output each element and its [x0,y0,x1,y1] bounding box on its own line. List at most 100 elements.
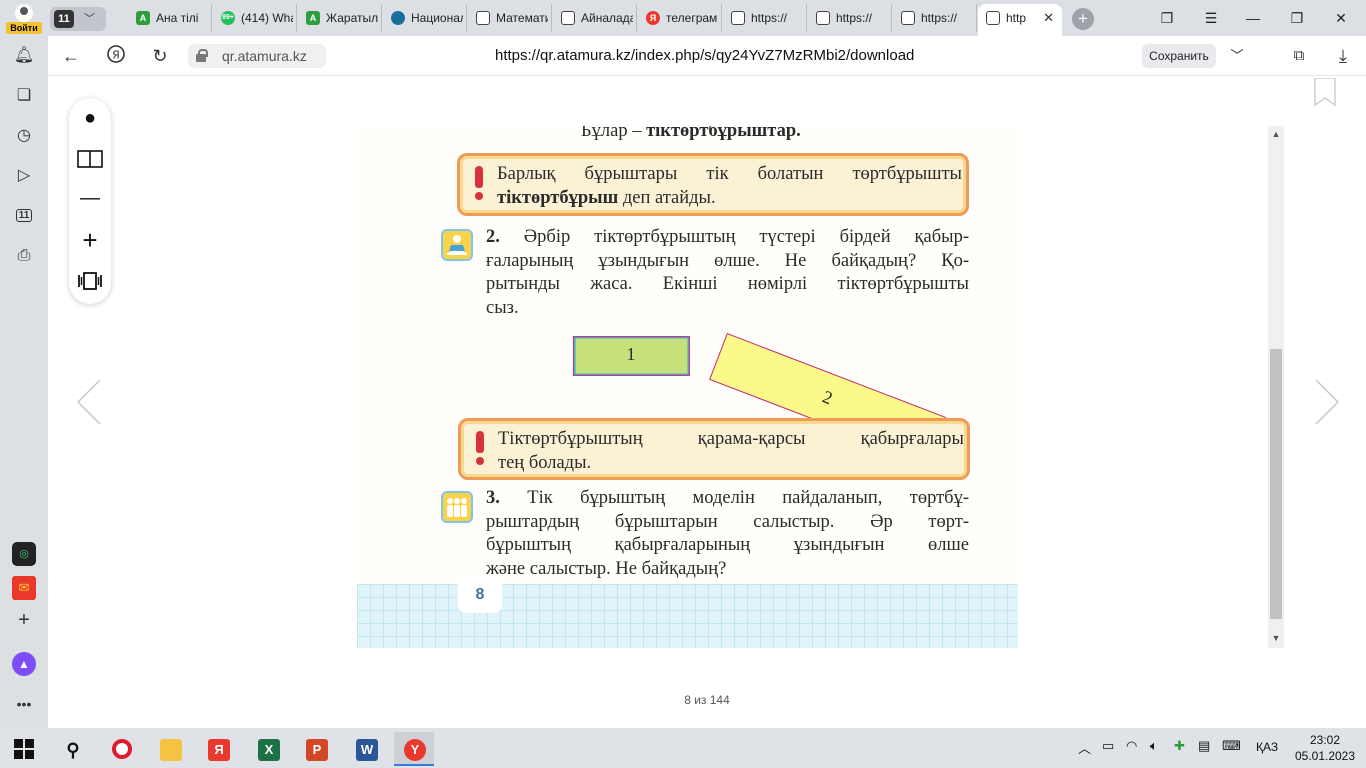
mail-icon[interactable]: ✉ [12,576,36,600]
tab-6[interactable]: Айналадағы [553,4,637,32]
collections-icon[interactable]: ❏ [12,84,36,108]
excel-icon: X [258,739,280,761]
extensions-icon[interactable]: ⧉ [1286,44,1312,68]
whatsapp-icon: 99+ [221,11,235,25]
prev-page-icon[interactable] [76,378,104,426]
collections-icon[interactable]: ❐ [1152,6,1182,30]
clock-date: 05.01.2023 [1294,749,1356,763]
menu-icon[interactable]: ☰ [1196,6,1226,30]
alice-app-icon[interactable]: ◎ [12,542,36,566]
url-field[interactable]: https://qr.atamura.kz/index.php/s/qy24Yv… [495,47,914,64]
vertical-scrollbar[interactable]: ▲ ▼ [1268,126,1284,648]
rule-box-2: Тіктөртбұрыштың қарама-қарсы қабырғалары… [458,418,970,480]
document-icon [561,11,575,25]
tab-bar: Войти 11 ﹀ A Ана тілі 99+ (414) WhatsApp… [0,0,1366,36]
scroll-down-icon[interactable]: ▼ [1268,630,1284,646]
tab-3[interactable]: A Жаратылыстану [298,4,382,32]
task-3-line: рыштардың бұрыштарын салыстыр. Әр төрт- [486,511,969,532]
tab-4[interactable]: Национальная [383,4,467,32]
tabs-icon[interactable]: 11 [12,204,36,228]
download-icon[interactable]: ⤓ [1330,44,1356,68]
tray-chevron-icon[interactable]: ︿ [1078,738,1091,757]
tab-count-button[interactable]: 11 ﹀ [50,7,106,31]
word-app[interactable]: W [346,732,386,766]
chevron-down-icon: ﹀ [84,13,95,25]
opera-app[interactable] [102,732,142,766]
tab-title: (414) WhatsApp [241,11,293,25]
scroll-up-icon[interactable]: ▲ [1268,126,1284,142]
battery-icon[interactable]: ▭ [1102,738,1114,754]
rectangle-1: 1 [573,336,690,376]
task-3-line: және салыстыр. Не байқадың? [486,558,727,579]
page-heading: Бұлар – тіктөртбұрыштар. [581,126,801,144]
tab-9[interactable]: https:// [808,4,892,32]
document-icon [986,11,1000,25]
keyboard-icon[interactable]: ⌨ [1222,738,1241,754]
vpn-icon[interactable]: ✚ [1174,738,1185,754]
rule-1-line: Барлық бұрыштары тік болатын төртбұрышты [497,164,962,184]
fit-page-icon[interactable] [69,260,111,300]
volume-icon[interactable]: 🔈︎ [1150,738,1158,754]
task-3-text: 3. Тік бұрыштың моделін пайдаланып, төрт… [486,487,969,581]
rule-2-line: Тіктөртбұрыштың қарама-қарсы қабырғалары [498,429,964,449]
globe-icon [391,11,405,25]
powerpoint-app[interactable]: P [296,732,336,766]
chevron-down-icon[interactable]: ﹀ [1224,44,1250,68]
excel-app[interactable]: X [248,732,288,766]
tab-1[interactable]: A Ана тілі [128,4,212,32]
tab-title: Национальная [411,11,463,25]
page-number: 8 [458,577,502,613]
close-tab-icon[interactable]: ✕ [1043,4,1054,32]
yandex-app[interactable]: Я [198,732,238,766]
zoom-out-icon[interactable]: — [69,178,111,218]
close-window-button[interactable]: ✕ [1326,6,1356,30]
scroll-thumb[interactable] [1270,349,1282,619]
group-task-icon [441,491,473,523]
history-icon[interactable]: ◷ [12,124,36,148]
clock[interactable]: 23:02 05.01.2023 [1294,732,1356,764]
domain-pill[interactable]: qr.atamura.kz [188,44,326,68]
tab-active[interactable]: http ✕ [978,4,1062,36]
notes-icon[interactable]: ▤ [1198,738,1210,754]
opera-icon [112,739,132,759]
restore-button[interactable]: ❐ [1282,6,1312,30]
tab-title: Айналадағы [581,11,633,25]
new-tab-button[interactable]: + [1072,8,1094,30]
rule-1-rest: деп атайды. [618,187,716,208]
save-button[interactable]: Сохранить [1142,44,1216,68]
draw-dot-icon[interactable]: ● [69,98,111,138]
rule-2-text: Тіктөртбұрыштың қарама-қарсы қабырғалары… [498,428,964,475]
two-page-icon[interactable] [69,138,111,178]
tab-2[interactable]: 99+ (414) WhatsApp [213,4,297,32]
tab-8[interactable]: https:// [723,4,807,32]
yandex-browser-app[interactable]: Y [394,732,434,766]
play-icon[interactable]: ▷ [12,164,36,188]
language-indicator[interactable]: ҚАЗ [1256,740,1278,754]
task-3-line: Тік бұрыштың моделін пайдаланып, төртбұ- [527,488,969,508]
reload-icon[interactable]: ↻ [147,44,173,68]
minimize-button[interactable]: — [1238,6,1268,30]
tab-10[interactable]: https:// [893,4,977,32]
tab-7[interactable]: Я телеграм [638,4,722,32]
more-icon[interactable]: ••• [12,692,36,716]
bookmark-icon[interactable] [1314,77,1336,107]
zoom-in-icon[interactable]: + [69,220,111,260]
tab-favicon: A [136,11,150,25]
start-button[interactable] [4,732,44,766]
sidebar: 🔔︎ ❏ ◷ ▷ 11 ⎙ ◎ ✉ + ▲ ••• [0,36,48,728]
tab-title: телеграм [666,11,718,25]
yandex-home-icon[interactable]: Я [103,44,129,68]
bell-icon[interactable]: 🔔︎ [12,44,36,68]
add-icon[interactable]: + [12,608,36,632]
user-icon [15,4,33,22]
tab-5[interactable]: Математика [468,4,552,32]
wifi-icon[interactable]: ◠ [1126,738,1137,754]
account-button[interactable]: Войти [6,4,42,34]
back-icon[interactable]: ← [58,44,84,68]
search-button[interactable]: ⚲ [52,732,92,766]
reading-task-icon [441,229,473,261]
next-page-icon[interactable] [1312,378,1340,426]
explorer-app[interactable] [150,732,190,766]
alice-icon[interactable]: ▲ [12,652,36,676]
screenshot-icon[interactable]: ⎙ [12,244,36,268]
